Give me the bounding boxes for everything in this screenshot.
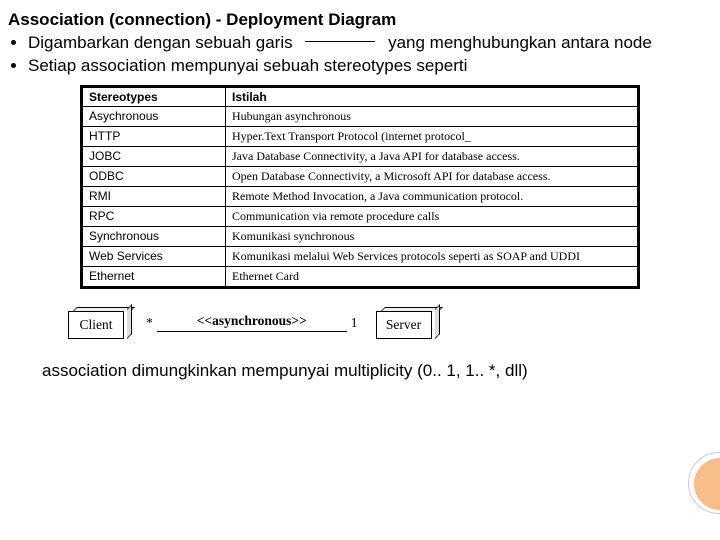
- table-row: RMIRemote Method Invocation, a Java comm…: [82, 186, 639, 206]
- client-node: Client: [68, 307, 128, 339]
- right-multiplicity: 1: [347, 315, 362, 331]
- table-row: HTTPHyper.Text Transport Protocol (inter…: [82, 126, 639, 146]
- cell-stereotype: JOBC: [82, 146, 226, 166]
- cell-stereotype: Web Services: [82, 246, 226, 266]
- bullet-1-text-a: Digambarkan dengan sebuah garis: [28, 33, 293, 52]
- table-row: EthernetEthernet Card: [82, 266, 639, 287]
- client-node-label: Client: [68, 311, 124, 339]
- bullet-2: Setiap association mempunyai sebuah ster…: [28, 55, 712, 76]
- cell-istilah: Hyper.Text Transport Protocol (internet …: [226, 126, 639, 146]
- table-row: JOBCJava Database Connectivity, a Java A…: [82, 146, 639, 166]
- th-stereotypes: Stereotypes: [82, 86, 226, 106]
- cell-stereotype: Ethernet: [82, 266, 226, 287]
- table-header-row: Stereotypes Istilah: [82, 86, 639, 106]
- server-node: Server: [376, 307, 436, 339]
- association-diagram: Client * <<asynchronous>> 1 Server: [68, 307, 712, 339]
- cell-istilah: Communication via remote procedure calls: [226, 206, 639, 226]
- th-istilah: Istilah: [226, 86, 639, 106]
- line-icon: [305, 41, 375, 42]
- table-row: SynchronousKomunikasi synchronous: [82, 226, 639, 246]
- cell-stereotype: ODBC: [82, 166, 226, 186]
- cell-stereotype: Asychronous: [82, 106, 226, 126]
- server-node-label: Server: [376, 311, 432, 339]
- cell-istilah: Komunikasi synchronous: [226, 226, 639, 246]
- cell-stereotype: Synchronous: [82, 226, 226, 246]
- table-row: ODBCOpen Database Connectivity, a Micros…: [82, 166, 639, 186]
- bullet-1-text-b: yang menghubungkan antara node: [388, 33, 652, 52]
- cell-stereotype: RPC: [82, 206, 226, 226]
- table-row: AsychronousHubungan asynchronous: [82, 106, 639, 126]
- table-row: Web ServicesKomunikasi melalui Web Servi…: [82, 246, 639, 266]
- bullet-1: Digambarkan dengan sebuah garis yang men…: [28, 32, 712, 53]
- cell-istilah: Remote Method Invocation, a Java communi…: [226, 186, 639, 206]
- table-row: RPCCommunication via remote procedure ca…: [82, 206, 639, 226]
- cell-istilah: Hubungan asynchronous: [226, 106, 639, 126]
- footer-text: association dimungkinkan mempunyai multi…: [42, 361, 712, 381]
- cell-istilah: Java Database Connectivity, a Java API f…: [226, 146, 639, 166]
- left-multiplicity: *: [142, 315, 157, 331]
- association-line-icon: [157, 331, 347, 332]
- cell-stereotype: RMI: [82, 186, 226, 206]
- cell-istilah: Open Database Connectivity, a Microsoft …: [226, 166, 639, 186]
- stereotypes-table: Stereotypes Istilah AsychronousHubungan …: [80, 85, 640, 289]
- cell-istilah: Ethernet Card: [226, 266, 639, 287]
- bullet-list: Digambarkan dengan sebuah garis yang men…: [8, 32, 712, 77]
- cell-stereotype: HTTP: [82, 126, 226, 146]
- slide-title: Association (connection) - Deployment Di…: [8, 10, 712, 30]
- association-connector: * <<asynchronous>> 1: [142, 313, 362, 332]
- association-stereotype-label: <<asynchronous>>: [197, 313, 307, 329]
- cell-istilah: Komunikasi melalui Web Services protocol…: [226, 246, 639, 266]
